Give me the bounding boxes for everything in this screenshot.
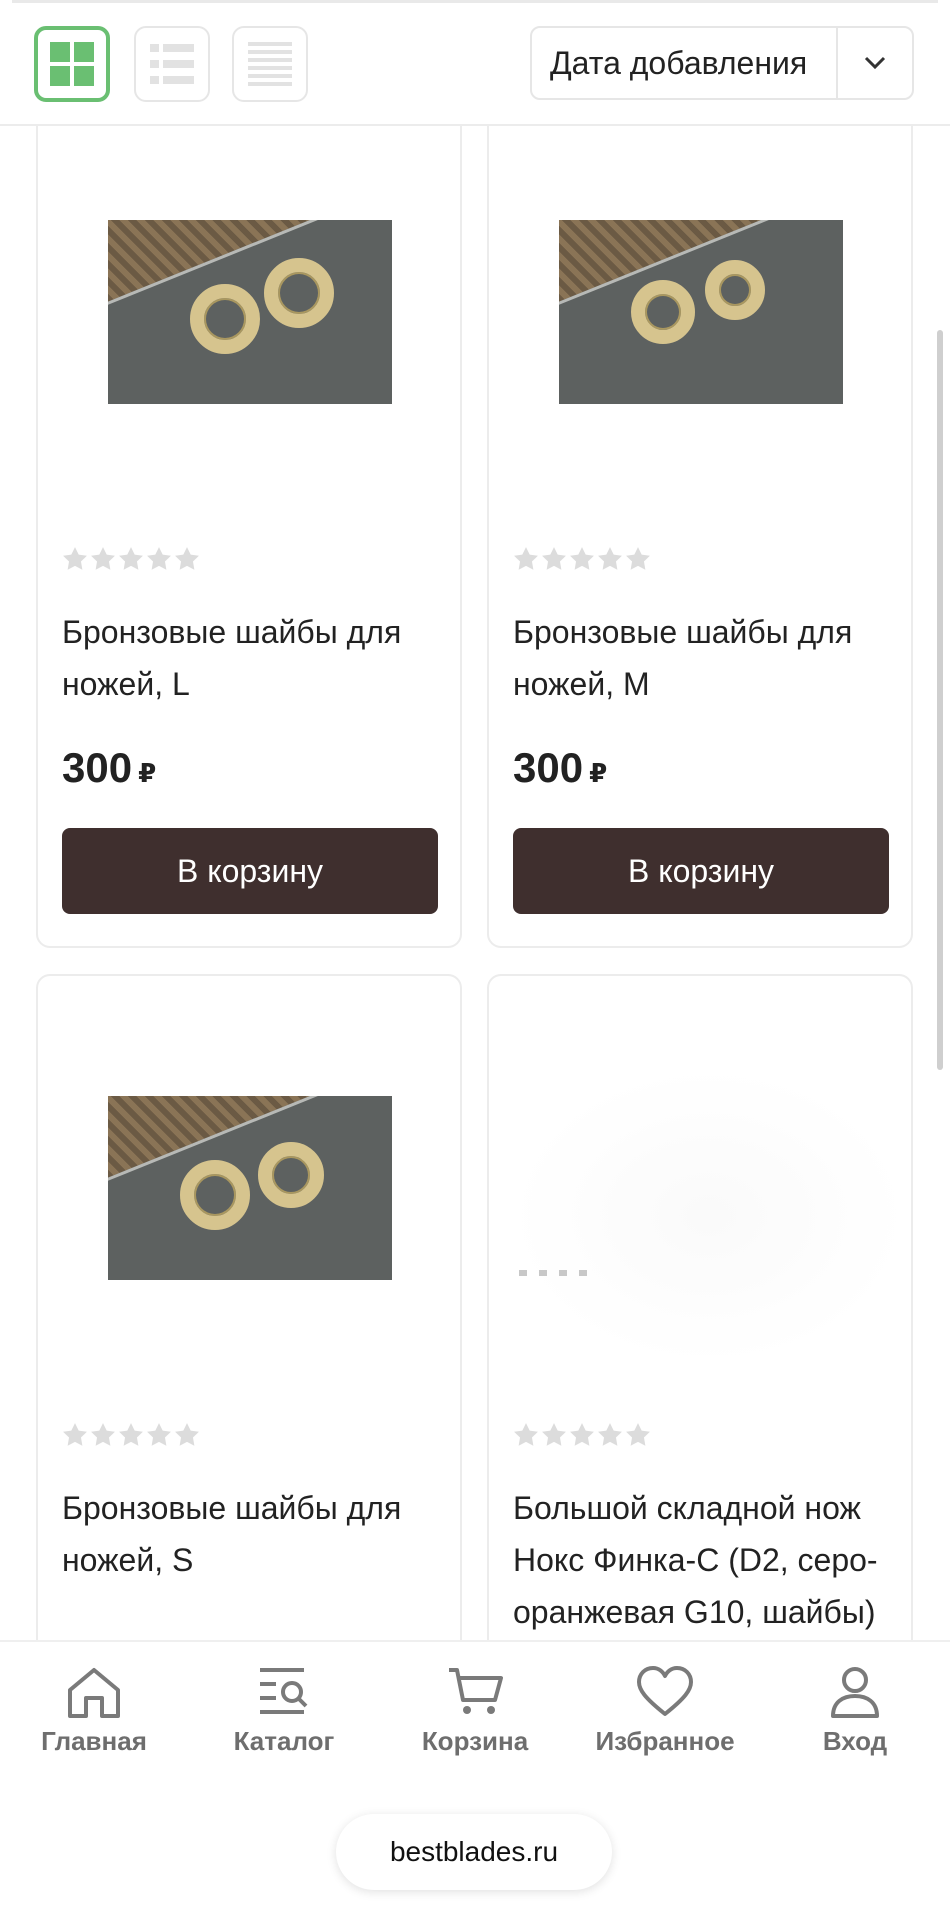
product-title[interactable]: Бронзовые шайбы для ножей, L	[62, 606, 452, 710]
star-icon	[119, 1423, 143, 1446]
sort-select[interactable]: Дата добавления	[530, 26, 914, 100]
star-icon	[598, 547, 622, 570]
scrollbar[interactable]	[937, 330, 943, 1070]
product-image[interactable]	[509, 1066, 909, 1366]
nav-item-favorites[interactable]: Избранное	[575, 1664, 755, 1757]
product-image[interactable]	[108, 1096, 392, 1280]
star-icon	[91, 547, 115, 570]
chevron-down-icon[interactable]	[838, 28, 912, 98]
image-placeholder-text	[519, 1270, 599, 1276]
star-icon	[175, 1423, 199, 1446]
product-card[interactable]: Бронзовые шайбы для ножей, M 300 ₽ В корз…	[487, 108, 913, 948]
grid-view-button[interactable]	[34, 26, 110, 102]
product-image[interactable]	[108, 220, 392, 404]
star-icon	[147, 547, 171, 570]
star-icon	[570, 547, 594, 570]
rating-stars	[513, 1422, 651, 1448]
rating-stars	[513, 546, 651, 572]
star-icon	[175, 547, 199, 570]
star-icon	[514, 1423, 538, 1446]
nav-label: Избранное	[595, 1726, 735, 1756]
star-icon	[542, 547, 566, 570]
catalog-search-icon	[260, 1668, 308, 1714]
toolbar-divider	[12, 0, 938, 3]
nav-item-login[interactable]: Вход	[765, 1664, 945, 1757]
product-card[interactable]: Бронзовые шайбы для ножей, L 300 ₽ В корз…	[36, 108, 462, 948]
star-icon	[542, 1423, 566, 1446]
star-icon	[63, 1423, 87, 1446]
user-icon	[831, 1667, 879, 1718]
star-icon	[514, 547, 538, 570]
product-image[interactable]	[559, 220, 843, 404]
product-title[interactable]: Бронзовые шайбы для ножей, S	[62, 1482, 452, 1586]
product-card[interactable]: Большой складной нож Нокс Финка-С (D2, с…	[487, 974, 913, 1694]
product-price: 300 ₽	[513, 744, 608, 791]
star-icon	[147, 1423, 171, 1446]
product-title[interactable]: Большой складной нож Нокс Финка-С (D2, с…	[513, 1482, 903, 1638]
list-view-icon	[150, 44, 194, 84]
bottom-navigation: Главная Каталог Корзина Избранное Вход b…	[0, 1640, 950, 1920]
star-icon	[570, 1423, 594, 1446]
rating-stars	[62, 546, 200, 572]
nav-item-catalog[interactable]: Каталог	[194, 1664, 374, 1757]
star-icon	[626, 547, 650, 570]
star-icon	[119, 547, 143, 570]
compact-list-view-button[interactable]	[232, 26, 308, 102]
nav-item-home[interactable]: Главная	[4, 1664, 184, 1757]
product-price: 300 ₽	[62, 744, 157, 791]
star-icon	[63, 547, 87, 570]
star-icon	[91, 1423, 115, 1446]
nav-label: Каталог	[233, 1726, 335, 1756]
nav-label: Вход	[822, 1726, 888, 1756]
star-icon	[598, 1423, 622, 1446]
heart-icon	[637, 1666, 693, 1716]
catalog-toolbar: Дата добавления	[0, 0, 950, 126]
product-title[interactable]: Бронзовые шайбы для ножей, M	[513, 606, 903, 710]
compact-list-view-icon	[248, 42, 292, 86]
list-view-button[interactable]	[134, 26, 210, 102]
grid-view-icon	[50, 42, 94, 86]
sort-select-label: Дата добавления	[532, 28, 838, 98]
nav-label: Корзина	[421, 1726, 529, 1756]
nav-label: Главная	[41, 1726, 147, 1756]
nav-item-cart[interactable]: Корзина	[385, 1664, 565, 1757]
home-icon	[68, 1668, 120, 1718]
add-to-cart-button[interactable]: В корзину	[513, 828, 889, 914]
browser-url-bar[interactable]: bestblades.ru	[336, 1814, 612, 1890]
star-icon	[626, 1423, 650, 1446]
cart-icon	[449, 1668, 503, 1714]
add-to-cart-button[interactable]: В корзину	[62, 828, 438, 914]
rating-stars	[62, 1422, 200, 1448]
product-card[interactable]: Бронзовые шайбы для ножей, S	[36, 974, 462, 1694]
